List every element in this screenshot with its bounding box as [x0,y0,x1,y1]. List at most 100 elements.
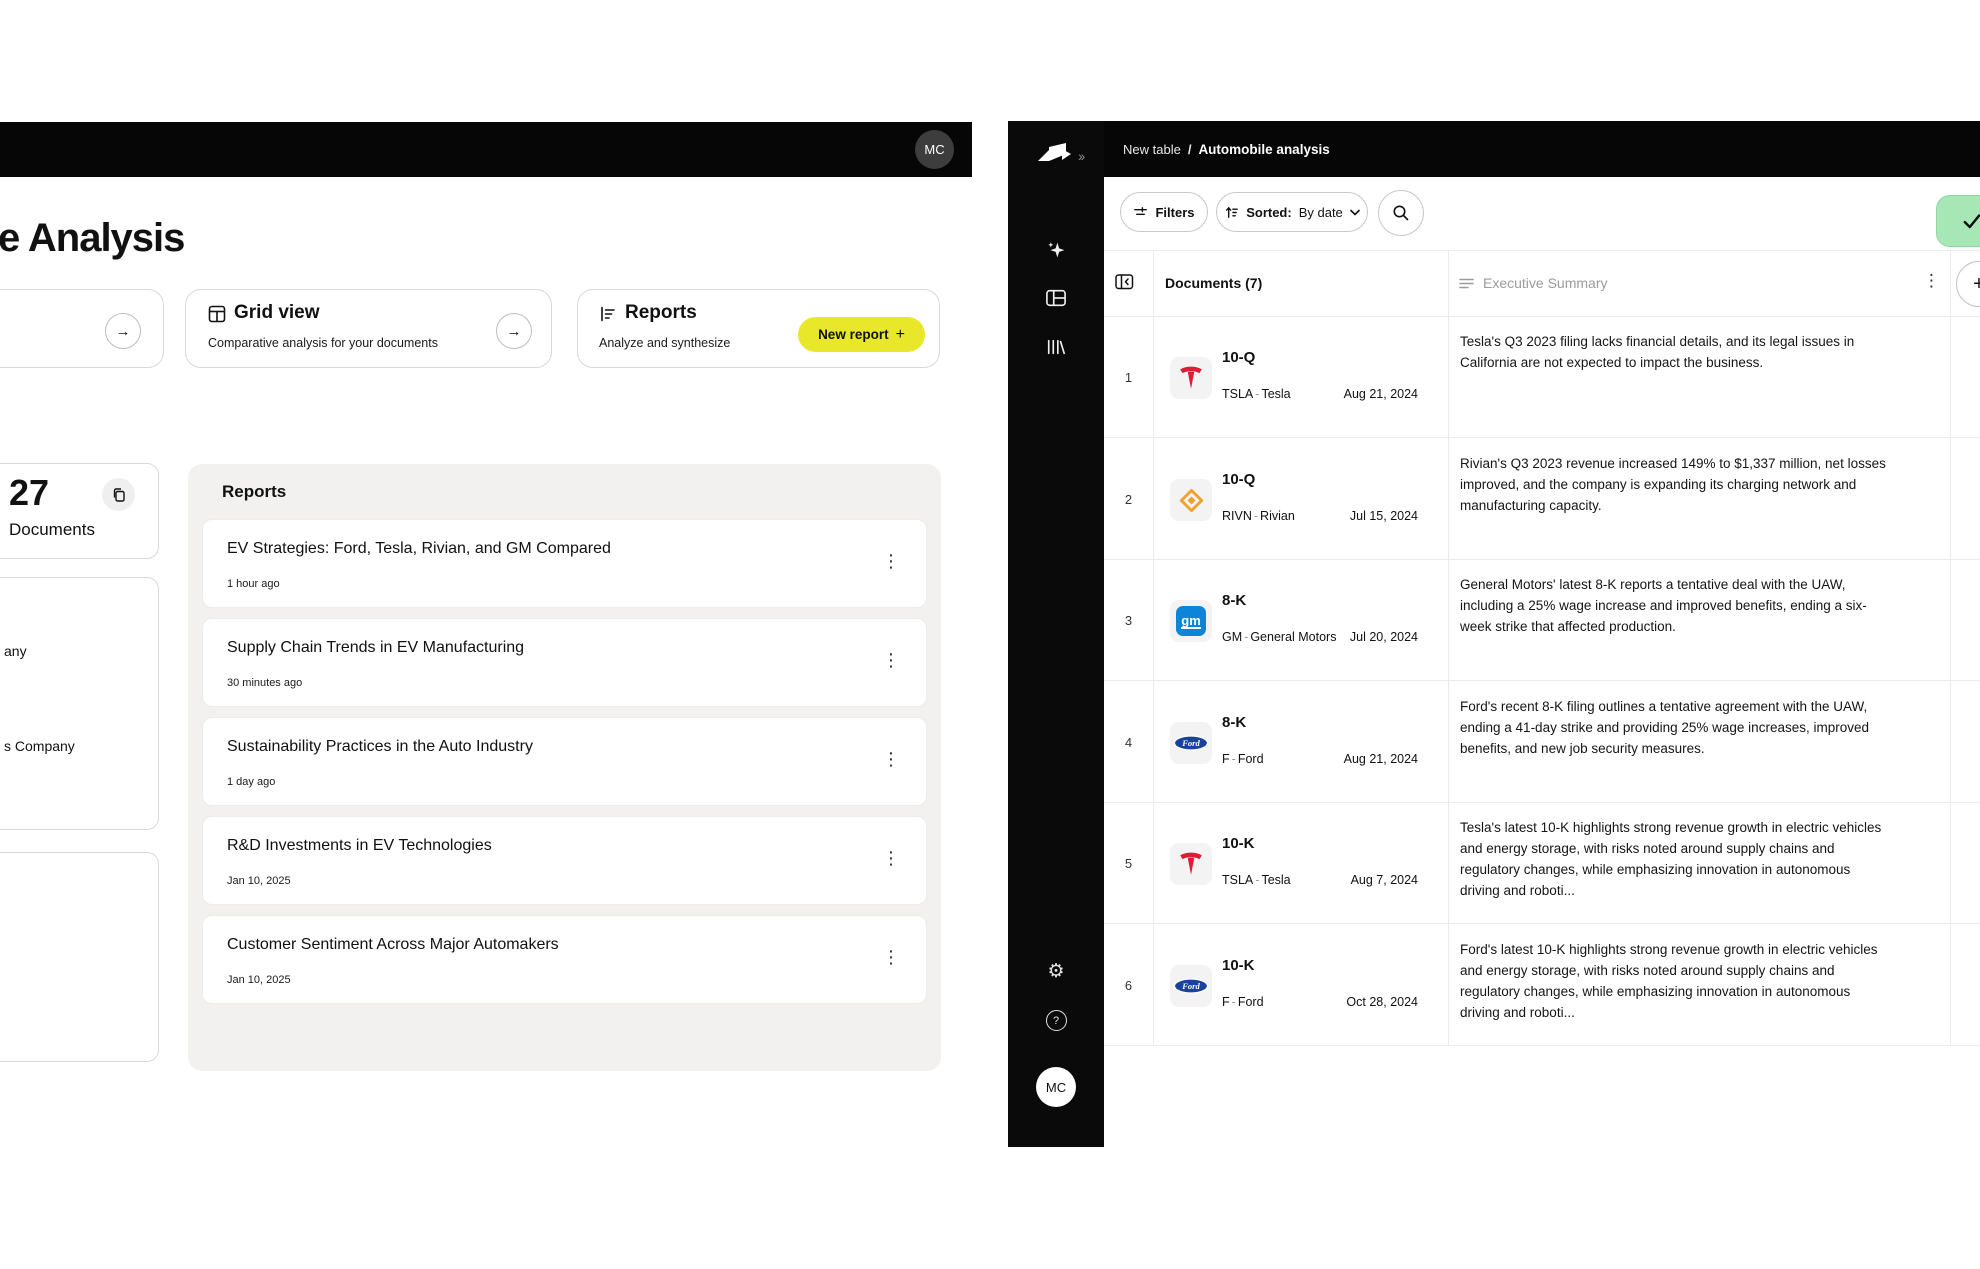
svg-text:Ford: Ford [1181,738,1200,748]
breadcrumb: New table / Automobile analysis [1104,121,1980,177]
table-row[interactable]: 3 gm 8-K GM-General Motors Jul 20, 2024 … [1104,560,1980,681]
library-icon[interactable] [1008,337,1104,357]
sorted-label: Sorted: [1246,205,1292,220]
help-icon[interactable]: ? [1008,1010,1104,1031]
sort-button[interactable]: Sorted: By date [1216,192,1368,232]
search-button[interactable] [1378,190,1424,236]
new-report-button[interactable]: New report + [798,317,925,352]
doc-type: 8-K [1222,592,1246,609]
search-icon [1392,204,1410,222]
left-top-bar [0,122,972,177]
documents-column-header[interactable]: Documents (7) [1165,275,1262,291]
doc-type: 10-K [1222,957,1255,974]
new-report-label: New report [818,327,889,342]
breadcrumb-current: Automobile analysis [1198,142,1329,157]
table-top-border [1104,250,1980,251]
gm-logo: gm [1170,600,1212,642]
grid-view-card[interactable]: Grid view Comparative analysis for your … [185,289,552,368]
help-question-mark: ? [1046,1010,1067,1031]
reports-chart-icon [599,305,617,323]
executive-summary: Ford's latest 10-K highlights strong rev… [1460,939,1892,1023]
copy-button[interactable] [102,478,135,511]
filters-label: Filters [1155,205,1194,220]
more-menu-icon[interactable]: ⋮ [882,750,900,768]
more-menu-icon[interactable]: ⋮ [882,552,900,570]
companies-card[interactable]: any s Company [0,577,159,830]
company-label-truncated: s Company [4,738,75,754]
table-row[interactable]: 5 10-K TSLA-Tesla Aug 7, 2024 Tesla's la… [1104,803,1980,924]
report-title: Sustainability Practices in the Auto Ind… [227,738,533,756]
report-item[interactable]: R&D Investments in EV Technologies Jan 1… [202,816,927,905]
filters-button[interactable]: Filters [1120,192,1208,232]
more-menu-icon[interactable]: ⋮ [882,849,900,867]
ai-sparkles-icon[interactable] [1008,240,1104,261]
executive-summary: Tesla's latest 10-K highlights strong re… [1460,817,1892,901]
table-row[interactable]: 6 Ford 10-K F-Ford Oct 28, 2024 Ford's l… [1104,925,1980,1046]
reports-card-subtitle: Analyze and synthesize [599,336,730,350]
report-title: EV Strategies: Ford, Tesla, Rivian, and … [227,540,611,558]
table-row[interactable]: 2 10-Q RIVN-Rivian Jul 15, 2024 Rivian's… [1104,439,1980,560]
gm-logo-text: gm [1181,614,1201,629]
text-lines-icon [1459,278,1474,289]
doc-type: 10-K [1222,835,1255,852]
breadcrumb-separator: / [1188,142,1192,157]
report-item[interactable]: Supply Chain Trends in EV Manufacturing … [202,618,927,707]
report-item[interactable]: Customer Sentiment Across Major Automake… [202,915,927,1004]
doc-date: Jul 15, 2024 [1350,509,1418,523]
add-column-button[interactable]: + [1956,261,1980,307]
settings-gear-icon[interactable]: ⚙ [1008,960,1104,983]
expand-sidebar-icon[interactable]: ›› [1078,148,1083,164]
row-number: 1 [1104,317,1153,438]
report-title: Customer Sentiment Across Major Automake… [227,936,559,954]
doc-date: Jul 20, 2024 [1350,630,1418,644]
tesla-logo [1170,357,1212,399]
collapse-column-icon[interactable] [1115,274,1134,290]
arrow-button[interactable]: → [496,313,532,349]
filter-icon [1133,205,1148,219]
doc-type: 8-K [1222,714,1246,731]
user-avatar[interactable]: MC [915,130,954,169]
row-number: 4 [1104,682,1153,803]
row-number: 6 [1104,925,1153,1046]
arrow-button[interactable]: → [105,313,141,349]
doc-date: Aug 21, 2024 [1344,752,1418,766]
tesla-logo [1170,843,1212,885]
report-item[interactable]: EV Strategies: Ford, Tesla, Rivian, and … [202,519,927,608]
executive-summary: Tesla's Q3 2023 filing lacks financial d… [1460,331,1892,373]
svg-text:Ford: Ford [1181,981,1200,991]
user-avatar[interactable]: MC [1036,1067,1076,1107]
reports-panel-title: Reports [222,482,286,502]
report-time: Jan 10, 2025 [227,875,291,887]
ticker-company: F-Ford [1222,752,1264,766]
more-menu-icon[interactable]: ⋮ [882,948,900,966]
report-title: Supply Chain Trends in EV Manufacturing [227,639,524,657]
plus-icon: + [896,326,905,344]
ticker-company: RIVN-Rivian [1222,509,1295,523]
executive-summary: General Motors' latest 8-K reports a ten… [1460,574,1892,637]
sorted-value: By date [1299,205,1343,220]
more-menu-icon[interactable]: ⋮ [882,651,900,669]
table-view-icon[interactable] [1008,288,1104,308]
confirm-button[interactable] [1936,195,1980,247]
arrow-right-icon: → [116,323,131,340]
empty-card[interactable] [0,852,159,1062]
reports-card[interactable]: Reports Analyze and synthesize New repor… [577,289,940,368]
matrix-window: ›› ⚙ ? [1008,121,1980,1147]
executive-summary: Rivian's Q3 2023 revenue increased 149% … [1460,453,1892,516]
screen: MC e Analysis → Grid view Comparative an… [0,0,1980,1269]
column-menu-icon[interactable]: ⋮ [1923,271,1940,291]
summary-column-header[interactable]: Executive Summary [1459,275,1607,291]
sort-ascending-icon [1224,205,1239,220]
cut-card[interactable]: → [0,289,164,368]
report-title: R&D Investments in EV Technologies [227,837,492,855]
table-row[interactable]: 4 Ford 8-K F-Ford Aug 21, 2024 Ford's re… [1104,682,1980,803]
app-logo-icon[interactable] [1034,139,1074,167]
ticker-company: F-Ford [1222,995,1264,1009]
copy-icon [111,487,126,503]
report-item[interactable]: Sustainability Practices in the Auto Ind… [202,717,927,806]
breadcrumb-parent[interactable]: New table [1123,142,1181,157]
rivian-logo [1170,479,1212,521]
ford-logo: Ford [1170,965,1212,1007]
table-row[interactable]: 1 10-Q TSLA-Tesla Aug 21, 2024 Tesla's Q… [1104,317,1980,438]
documents-stat-card[interactable]: 27 Documents [0,463,159,559]
